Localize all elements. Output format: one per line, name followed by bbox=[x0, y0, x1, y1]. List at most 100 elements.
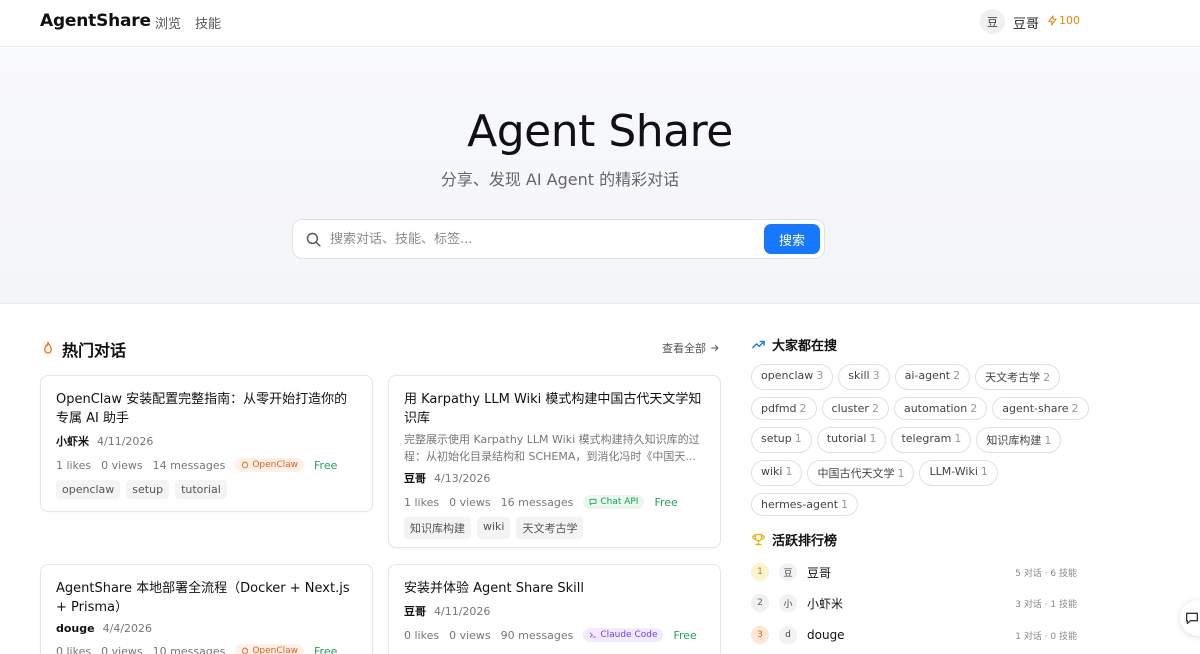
card-title[interactable]: AgentShare 本地部署全流程（Docker + Next.js + Pr… bbox=[56, 579, 357, 617]
card-likes: 0 likes bbox=[56, 644, 92, 654]
rank-user-name[interactable]: 豆哥 bbox=[807, 564, 831, 581]
pill-count: 1 bbox=[980, 465, 988, 478]
card-author[interactable]: 豆哥 bbox=[404, 603, 426, 619]
pill-label: setup bbox=[761, 432, 792, 445]
source-badge: OpenClaw bbox=[235, 458, 305, 472]
card-likes: 0 likes bbox=[404, 628, 440, 642]
rank-stats: 3 对话 · 1 技能 bbox=[1015, 599, 1077, 610]
arrow-right-icon bbox=[711, 345, 719, 351]
pill-label: tutorial bbox=[826, 432, 867, 445]
trending-pill[interactable]: ai-agent 2 bbox=[894, 364, 971, 390]
user-avatar[interactable]: 豆 bbox=[980, 9, 1005, 34]
hot-conversations-title: 热门对话 bbox=[62, 341, 127, 360]
points-display: 100 bbox=[1047, 14, 1080, 27]
rank-stats: 5 对话 · 6 技能 bbox=[1015, 568, 1077, 579]
card-date: 4/13/2026 bbox=[434, 471, 491, 485]
card-title[interactable]: 安装并体验 Agent Share Skill bbox=[404, 579, 705, 598]
pill-label: wiki bbox=[761, 465, 783, 478]
tag[interactable]: 天文考古学 bbox=[516, 517, 584, 539]
trending-pill[interactable]: hermes-agent 1 bbox=[751, 493, 859, 516]
ranking-row[interactable]: 2 小 小虾米 3 对话 · 1 技能 bbox=[751, 593, 1077, 613]
source-badge: Chat API bbox=[583, 495, 645, 509]
conversation-card[interactable]: 安装并体验 Agent Share Skill 豆哥 4/11/2026 0 l… bbox=[388, 564, 721, 654]
openclaw-icon bbox=[242, 461, 249, 469]
pill-label: cluster bbox=[831, 402, 869, 415]
price-label: Free bbox=[314, 644, 338, 654]
lightning-icon bbox=[1048, 15, 1057, 26]
tag[interactable]: setup bbox=[126, 480, 170, 499]
card-title[interactable]: 用 Karpathy LLM Wiki 模式构建中国古代天文学知识库 bbox=[404, 390, 705, 428]
price-label: Free bbox=[314, 458, 338, 472]
top-nav: AgentShare 浏览 技能 豆 豆哥 100 bbox=[0, 0, 1200, 47]
chat-icon bbox=[589, 498, 597, 506]
card-title[interactable]: OpenClaw 安装配置完整指南：从零开始打造你的专属 AI 助手 bbox=[56, 390, 357, 428]
pill-label: ai-agent bbox=[904, 369, 951, 382]
search-box: 搜索 bbox=[292, 219, 825, 259]
rank-number: 2 bbox=[751, 594, 769, 612]
trending-pill[interactable]: agent-share 2 bbox=[992, 397, 1089, 420]
trending-pill[interactable]: openclaw 3 bbox=[751, 364, 834, 390]
tag[interactable]: wiki bbox=[477, 517, 511, 539]
trophy-icon bbox=[752, 533, 765, 546]
nav-browse-link[interactable]: 浏览 bbox=[155, 13, 181, 32]
ranking-row[interactable]: 3 d douge 1 对话 · 0 技能 bbox=[751, 625, 1077, 645]
pill-count: 1 bbox=[897, 467, 905, 480]
ranking-title: 活跃排行榜 bbox=[772, 534, 838, 549]
terminal-icon bbox=[590, 632, 597, 638]
tag[interactable]: 知识库构建 bbox=[404, 517, 471, 539]
pill-count: 2 bbox=[1043, 371, 1051, 384]
rank-user-name[interactable]: 小虾米 bbox=[807, 595, 843, 612]
trending-pill[interactable]: setup 1 bbox=[751, 427, 812, 453]
rank-user-name[interactable]: douge bbox=[807, 628, 845, 642]
tag[interactable]: openclaw bbox=[56, 480, 121, 499]
pill-count: 3 bbox=[816, 369, 824, 382]
trending-pill[interactable]: tutorial 1 bbox=[816, 427, 887, 453]
tag[interactable]: tutorial bbox=[175, 480, 227, 499]
nav-skills-link[interactable]: 技能 bbox=[195, 13, 221, 32]
avatar: d bbox=[779, 626, 797, 644]
source-badge: OpenClaw bbox=[235, 644, 305, 654]
trending-pill[interactable]: wiki 1 bbox=[751, 460, 803, 486]
trending-pill[interactable]: cluster 2 bbox=[821, 397, 889, 420]
view-all-link[interactable]: 查看全部 bbox=[662, 340, 720, 356]
pill-label: telegram bbox=[901, 432, 952, 445]
user-name[interactable]: 豆哥 bbox=[1013, 13, 1039, 32]
search-button[interactable]: 搜索 bbox=[764, 224, 820, 254]
trending-pill[interactable]: pdfmd 2 bbox=[751, 397, 817, 420]
hero-subtitle: 分享、发现 AI Agent 的精彩对话 bbox=[440, 170, 680, 189]
trending-pill[interactable]: automation 2 bbox=[893, 397, 988, 420]
pill-count: 2 bbox=[1071, 402, 1079, 415]
trending-pill[interactable]: 知识库构建 1 bbox=[976, 427, 1062, 453]
source-badge-label: Claude Code bbox=[600, 630, 658, 640]
points-value: 100 bbox=[1059, 14, 1080, 27]
trending-pill[interactable]: 中国古代天文学 1 bbox=[807, 460, 915, 486]
floating-help-button[interactable] bbox=[1180, 600, 1200, 636]
trending-pill[interactable]: skill 3 bbox=[838, 364, 890, 390]
card-views: 0 views bbox=[101, 644, 143, 654]
pill-count: 1 bbox=[954, 432, 962, 445]
card-author[interactable]: 豆哥 bbox=[404, 470, 426, 486]
card-author[interactable]: 小虾米 bbox=[56, 433, 89, 449]
pill-label: skill bbox=[848, 369, 870, 382]
pill-label: 中国古代天文学 bbox=[817, 467, 895, 480]
card-date: 4/4/2026 bbox=[102, 622, 153, 635]
pill-count: 1 bbox=[869, 432, 877, 445]
conversation-card[interactable]: 用 Karpathy LLM Wiki 模式构建中国古代天文学知识库 完整展示使… bbox=[388, 375, 721, 548]
trending-pill[interactable]: 天文考古学 2 bbox=[975, 364, 1061, 390]
pill-label: pdfmd bbox=[761, 402, 797, 415]
conversation-card[interactable]: OpenClaw 安装配置完整指南：从零开始打造你的专属 AI 助手 小虾米 4… bbox=[40, 375, 373, 512]
card-likes: 1 likes bbox=[56, 458, 92, 472]
pill-count: 2 bbox=[871, 402, 879, 415]
card-author[interactable]: douge bbox=[56, 622, 95, 635]
conversation-card[interactable]: AgentShare 本地部署全流程（Docker + Next.js + Pr… bbox=[40, 564, 373, 654]
card-date: 4/11/2026 bbox=[434, 604, 491, 618]
pill-count: 3 bbox=[872, 369, 880, 382]
card-views: 0 views bbox=[449, 628, 491, 642]
ranking-row[interactable]: 1 豆 豆哥 5 对话 · 6 技能 bbox=[751, 562, 1077, 582]
source-badge: Claude Code bbox=[583, 628, 664, 642]
trending-pill[interactable]: telegram 1 bbox=[891, 427, 972, 453]
trending-pill[interactable]: LLM-Wiki 1 bbox=[919, 460, 998, 486]
search-input[interactable] bbox=[330, 228, 750, 250]
trending-pills: openclaw 3 skill 3 ai-agent 2 天文考古学 2 pdfmd 2 clus… bbox=[751, 364, 1091, 516]
logo[interactable]: AgentShare bbox=[40, 11, 151, 31]
